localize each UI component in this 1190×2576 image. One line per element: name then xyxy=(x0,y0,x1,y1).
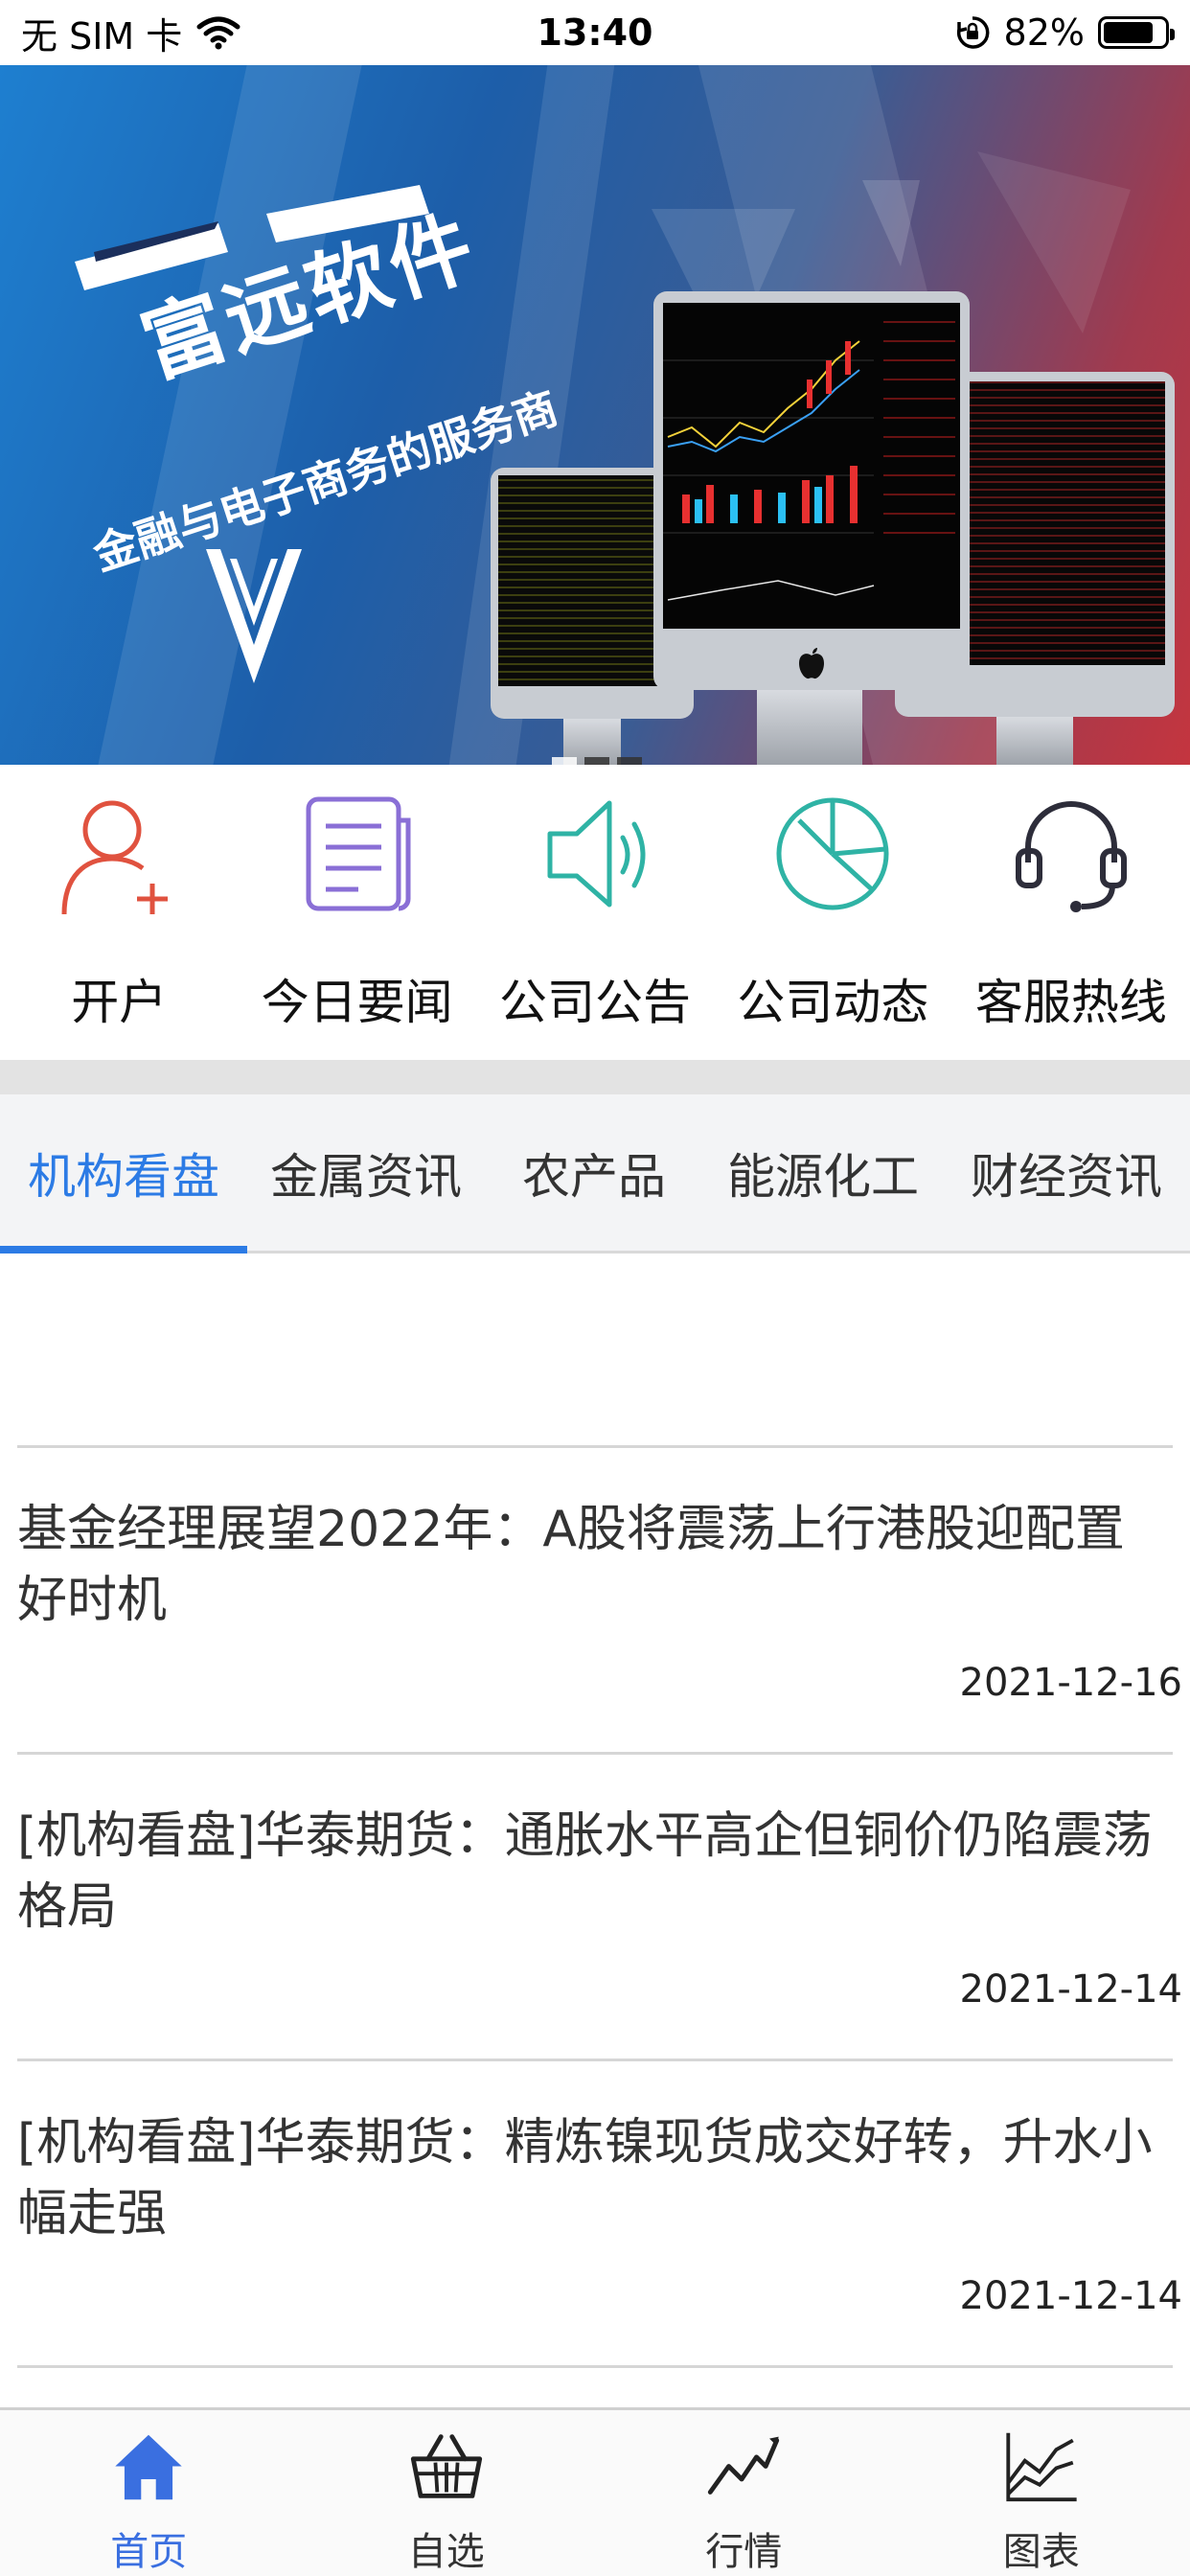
home-icon xyxy=(115,2434,182,2500)
nav-label: 行情 xyxy=(705,2530,783,2574)
monitor-center-stand xyxy=(757,690,862,765)
trend-icon xyxy=(708,2436,780,2495)
nav-watchlist[interactable]: 自选 xyxy=(298,2410,596,2576)
tab-label: 财经资讯 xyxy=(971,1148,1162,1205)
quick-action-label: 公司公告 xyxy=(499,975,692,1030)
news-title: [机构看盘]华泰期货：精炼镍现货成交好转，升水小幅走强 xyxy=(17,2114,1153,2242)
apple-logo-icon xyxy=(799,648,824,679)
carousel-dot[interactable] xyxy=(552,757,577,765)
tab-energy-chemical[interactable]: 能源化工 xyxy=(703,1094,943,1251)
bottom-tab-bar: 首页 自选 行情 图表 xyxy=(0,2407,1190,2576)
monitor-chart-graphic xyxy=(663,303,960,629)
tab-institution-view[interactable]: 机构看盘 xyxy=(0,1094,247,1254)
status-time: 13:40 xyxy=(537,12,653,54)
nav-label: 自选 xyxy=(407,2530,485,2574)
quick-action-label: 今日要闻 xyxy=(261,975,453,1030)
quick-action-company-news[interactable]: 公司动态 xyxy=(714,765,951,1060)
pie-chart-icon xyxy=(776,797,889,910)
carousel-dot[interactable] xyxy=(617,757,642,765)
quick-actions: 开户 今日要闻 公司公告 公司动态 客服热线 xyxy=(0,765,1190,1060)
category-tabs: 机构看盘 金属资讯 农产品 能源化工 财经资讯 xyxy=(0,1094,1190,1254)
tab-metal-news[interactable]: 金属资讯 xyxy=(247,1094,485,1251)
document-icon xyxy=(306,796,411,911)
nav-home[interactable]: 首页 xyxy=(0,2410,298,2576)
nav-market[interactable]: 行情 xyxy=(595,2410,893,2576)
basket-icon xyxy=(410,2434,482,2498)
banner-carousel[interactable]: 富远软件 金融与电子商务的服务商 xyxy=(0,65,1190,765)
news-divider xyxy=(17,2365,1173,2394)
news-date: 2021-12-14 xyxy=(959,2274,1182,2318)
section-divider xyxy=(0,1060,1190,1094)
monitor-right-stand xyxy=(996,717,1073,765)
quick-action-news[interactable]: 今日要闻 xyxy=(238,765,475,1060)
add-user-icon xyxy=(61,800,169,915)
monitor-center xyxy=(653,291,970,690)
carousel-indicator[interactable] xyxy=(552,757,642,765)
tab-label: 机构看盘 xyxy=(28,1148,219,1205)
news-date: 2021-12-16 xyxy=(959,1661,1182,1705)
news-title: [机构看盘]华泰期货：通胀水平高企但铜价仍陷震荡格局 xyxy=(17,1807,1153,1936)
quick-action-hotline[interactable]: 客服热线 xyxy=(952,765,1190,1060)
news-item[interactable]: [机构看盘]华泰期货：通胀水平高企但铜价仍陷震荡格局 2021-12-14 xyxy=(17,1752,1182,2058)
tab-finance-news[interactable]: 财经资讯 xyxy=(943,1094,1190,1251)
tab-label: 金属资讯 xyxy=(270,1148,462,1205)
battery-fill xyxy=(1104,22,1153,43)
quick-action-label: 客服热线 xyxy=(974,975,1167,1030)
tab-label: 能源化工 xyxy=(727,1148,919,1205)
tab-label: 农产品 xyxy=(522,1148,666,1205)
quick-action-open-account[interactable]: 开户 xyxy=(0,765,238,1060)
nav-label: 图表 xyxy=(1002,2530,1080,2574)
news-list: 基金经理展望2022年：A股将震荡上行港股迎配置好时机 2021-12-16 [… xyxy=(17,1445,1182,2394)
news-item[interactable]: [机构看盘]华泰期货：精炼镍现货成交好转，升水小幅走强 2021-12-14 xyxy=(17,2058,1182,2365)
speaker-icon xyxy=(547,800,646,908)
headset-icon xyxy=(1015,801,1127,912)
status-bar: 无 SIM 卡 13:40 82% xyxy=(0,0,1190,65)
tab-agriculture[interactable]: 农产品 xyxy=(485,1094,703,1251)
news-title: 基金经理展望2022年：A股将震荡上行港股迎配置好时机 xyxy=(17,1501,1125,1629)
chart-icon xyxy=(1006,2432,1077,2502)
nav-charts[interactable]: 图表 xyxy=(893,2410,1190,2576)
quick-action-announcement[interactable]: 公司公告 xyxy=(476,765,714,1060)
quick-action-label: 公司动态 xyxy=(737,975,929,1030)
nav-label: 首页 xyxy=(110,2530,188,2574)
quick-action-label: 开户 xyxy=(71,975,168,1030)
carousel-dot[interactable] xyxy=(584,757,609,765)
banner-v-logo xyxy=(206,549,302,683)
news-item[interactable]: 基金经理展望2022年：A股将震荡上行港股迎配置好时机 2021-12-16 xyxy=(17,1445,1182,1752)
app-page: 无 SIM 卡 13:40 82% 富远软件 金融与电子商务的服务商 开户 今日… xyxy=(0,0,1190,2576)
news-date: 2021-12-14 xyxy=(959,1967,1182,2012)
battery-icon xyxy=(1098,16,1175,49)
